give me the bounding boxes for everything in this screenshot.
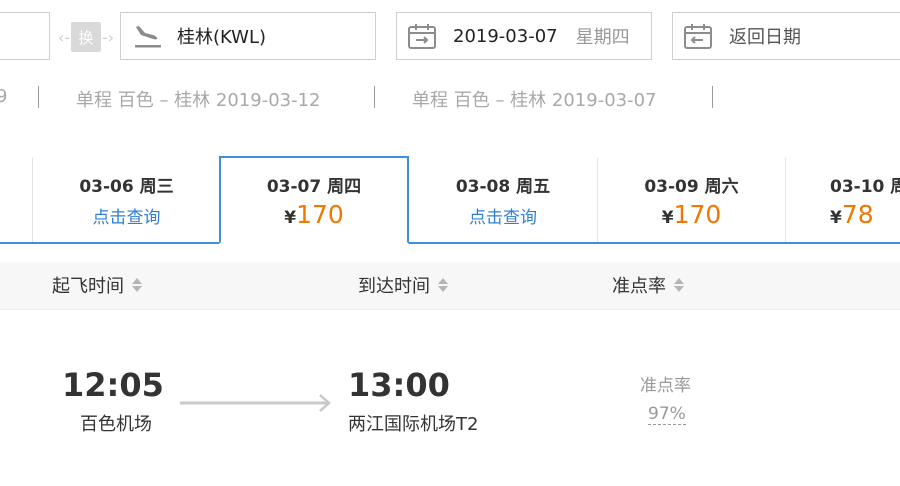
sort-icon [132,278,142,292]
history-divider [712,86,713,108]
arrive-time: 13:00 [348,366,450,404]
depart-time: 12:05 [62,366,164,404]
calendar-return-icon [683,22,713,50]
date-tab-price: ¥170 [598,200,785,229]
price-value: 78 [841,200,874,229]
date-tab-date: 03-06 周三 [79,177,174,197]
arrow-right-icon: › [107,27,114,47]
depart-weekday: 星期四 [575,27,630,48]
sort-ontime[interactable]: 准点率 [612,272,684,298]
history-divider [374,86,375,108]
date-tab-price: ¥170 [221,200,407,229]
date-tab-date: 03-10 周 [830,177,900,197]
column-label: 起飞时间 [52,276,124,297]
sort-arrive-time[interactable]: 到达时间 [358,272,448,298]
destination-field[interactable]: 桂林(KWL) [120,12,376,60]
destination-value: 桂林(KWL) [177,27,267,48]
date-tab-date: 03-09 周六 [644,177,739,197]
history-divider [38,86,39,108]
currency-symbol: ¥ [830,208,842,228]
return-date-field[interactable]: 返回日期 [672,12,900,60]
history-item[interactable]: 单程 百色 – 桂林 2019-03-07 [412,86,657,112]
date-tab[interactable]: 03-08 周五 点击查询 [409,158,597,242]
sort-depart-time[interactable]: 起飞时间 [52,272,142,298]
column-label: 准点率 [612,276,666,297]
history-item[interactable]: 单程 百色 – 桂林 2019-03-12 [76,86,321,112]
date-tab-query-link[interactable]: 点击查询 [33,203,220,228]
return-date-placeholder: 返回日期 [729,27,801,48]
sort-icon [438,278,448,292]
depart-date-field[interactable]: 2019-03-07 星期四 [396,12,652,60]
history-item[interactable]: 9 [0,86,7,107]
date-tab-selected[interactable]: 03-07 周四 ¥170 [219,156,409,244]
swap-button[interactable]: 换 [71,22,101,52]
arrive-airport: 两江国际机场T2 [348,414,479,435]
currency-symbol: ¥ [284,208,297,228]
ontime-value[interactable]: 97% [648,404,686,425]
date-strip-underline [0,242,900,244]
column-label: 到达时间 [358,276,430,297]
date-tab[interactable]: 03-10 周 ¥78 [785,158,900,242]
sort-icon [674,278,684,292]
currency-symbol: ¥ [661,208,674,228]
swap-control[interactable]: ‹ - 换 - › [58,22,114,52]
price-value: 170 [296,200,344,229]
plane-landing-icon [133,23,163,49]
origin-field[interactable] [0,12,50,60]
date-tab[interactable]: 03-09 周六 ¥170 [597,158,785,242]
date-tab[interactable]: 03-06 周三 点击查询 [32,158,220,242]
depart-date-value: 2019-03-07 [453,25,558,47]
depart-airport: 百色机场 [80,414,152,435]
ontime-label: 准点率 [640,376,691,396]
calendar-icon [407,22,437,50]
date-tab-date: 03-08 周五 [455,177,551,197]
date-tab-date: 03-07 周四 [266,177,362,197]
dash-icon: - [64,27,71,47]
price-value: 170 [673,200,722,229]
flight-arrow-icon [180,392,334,418]
date-tab-price: ¥78 [830,200,900,229]
date-tab-query-link[interactable]: 点击查询 [409,203,597,228]
